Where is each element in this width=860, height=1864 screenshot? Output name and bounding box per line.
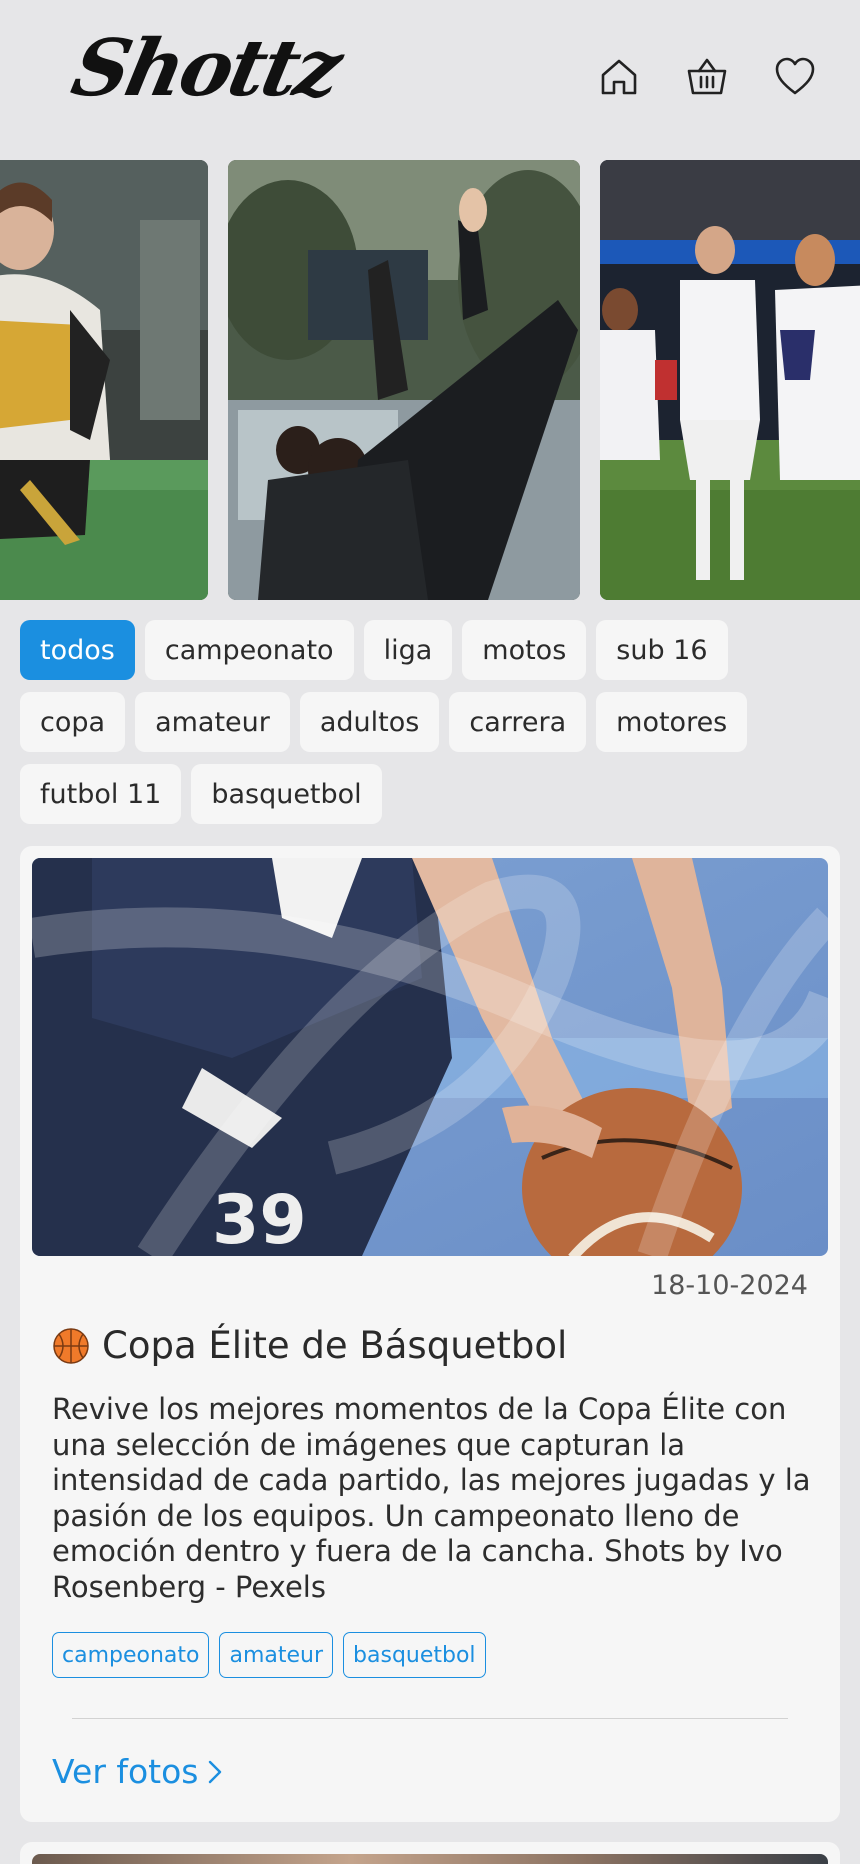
home-icon[interactable] [596, 54, 642, 100]
photo-carousel[interactable] [0, 160, 860, 600]
card-cover-image[interactable]: 39 [32, 858, 828, 1256]
filter-chip[interactable]: futbol 11 [20, 764, 182, 824]
basketball-icon [53, 1327, 89, 1364]
category-filters: todos campeonato liga motos sub 16 copa amateu… [20, 620, 840, 824]
card-tag[interactable]: campeonato [52, 1632, 210, 1678]
filter-chip[interactable]: basquetbol [191, 764, 382, 824]
carousel-slide[interactable] [600, 160, 860, 600]
view-photos-link[interactable]: Ver fotos [52, 1752, 223, 1791]
filter-chip[interactable]: sub 16 [596, 620, 728, 680]
card-date: 18-10-2024 [651, 1270, 808, 1301]
filter-chip[interactable]: carrera [449, 692, 587, 752]
next-gallery-card [20, 1842, 840, 1864]
filter-chip[interactable]: copa [20, 692, 126, 752]
filter-chip[interactable]: motores [596, 692, 748, 752]
svg-text:39: 39 [212, 1181, 307, 1256]
carousel-slide[interactable] [0, 160, 208, 600]
card-description: Revive los mejores momentos de la Copa É… [52, 1392, 811, 1604]
card-tag[interactable]: amateur [219, 1632, 334, 1678]
carousel-slide[interactable] [228, 160, 580, 600]
card-tag[interactable]: basquetbol [343, 1632, 486, 1678]
basket-icon[interactable] [684, 54, 730, 100]
filter-chip[interactable]: amateur [135, 692, 290, 752]
view-photos-label: Ver fotos [52, 1752, 199, 1791]
chevron-right-icon [208, 1760, 221, 1783]
next-card-cover-image[interactable] [32, 1854, 828, 1864]
filter-chip[interactable]: todos [20, 620, 135, 680]
logo[interactable]: Shottz [64, 23, 347, 114]
header: Shottz [0, 0, 860, 160]
gallery-card: 39 18-10-2024 Copa Élite de Básquetbol R… [20, 846, 840, 1822]
card-title-text: Copa Élite de Básquetbol [102, 1324, 568, 1367]
divider [72, 1718, 788, 1719]
heart-icon[interactable] [772, 54, 818, 100]
filter-chip[interactable]: motos [462, 620, 587, 680]
card-tags: campeonato amateur basquetbol [52, 1632, 486, 1678]
filter-chip[interactable]: liga [363, 620, 453, 680]
filter-chip[interactable]: campeonato [144, 620, 354, 680]
filter-chip[interactable]: adultos [299, 692, 440, 752]
card-title: Copa Élite de Básquetbol [52, 1324, 812, 1367]
